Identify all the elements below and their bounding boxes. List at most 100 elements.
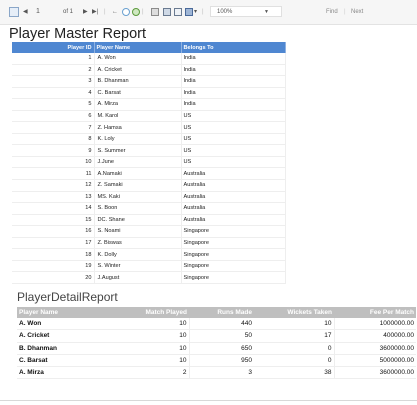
player-name-cell: A.Namaki: [94, 167, 182, 180]
player-name-cell: B. Dhanman: [94, 75, 182, 88]
column-header-belongs-to: Belongs To: [181, 42, 286, 53]
table-row: 9 S. Summer US: [12, 144, 286, 157]
belongs-to-cell: Singapore: [181, 260, 286, 273]
table-row: 1 A. Won India: [12, 53, 286, 65]
player-name-cell: J.June: [94, 156, 182, 169]
belongs-to-cell: Singapore: [181, 237, 286, 250]
wickets-taken-cell: 0: [254, 354, 335, 368]
column-header-player-id: Player ID: [12, 42, 95, 53]
player-name-cell: Z. Samaki: [94, 179, 182, 192]
fee-per-match-cell: 5000000.00: [334, 354, 416, 368]
find-separator: |: [344, 9, 346, 15]
table-row: 10 J.June US: [12, 156, 286, 169]
globe-icon[interactable]: [132, 8, 140, 16]
player-name-cell: A. Mirza: [17, 366, 105, 380]
player-name-cell: A. Won: [17, 318, 105, 331]
back-icon[interactable]: ←: [112, 8, 118, 16]
master-table: Player ID Player Name Belongs To 1 A. Won…: [12, 42, 286, 284]
player-name-cell: DC. Shane: [94, 214, 182, 227]
column-header-player-name: Player Name: [17, 307, 105, 318]
belongs-to-cell: India: [181, 75, 286, 88]
find-link[interactable]: Find: [326, 8, 338, 16]
export-dropdown-icon[interactable]: ▾: [194, 8, 197, 16]
master-header-row: Player ID Player Name Belongs To: [12, 42, 286, 53]
export-icon[interactable]: [185, 8, 193, 16]
match-played-cell: 10: [105, 342, 190, 355]
page-number-input[interactable]: 1: [36, 8, 40, 16]
player-name-cell: Z. Hamsa: [94, 121, 182, 134]
table-row: 5 A. Mirza India: [12, 98, 286, 111]
wickets-taken-cell: 0: [254, 342, 335, 355]
player-id-cell: 12: [12, 179, 95, 192]
refresh-icon[interactable]: [122, 8, 130, 16]
column-header-fee-per-match: Fee Per Match: [334, 307, 416, 318]
belongs-to-cell: Australia: [181, 167, 286, 180]
player-id-cell: 14: [12, 202, 95, 215]
belongs-to-cell: India: [181, 98, 286, 111]
page-setup-icon[interactable]: [174, 8, 182, 16]
player-name-cell: A. Cricket: [17, 329, 105, 343]
player-id-cell: 19: [12, 260, 95, 273]
page-bottom-border: [0, 400, 417, 401]
last-page-icon[interactable]: ▶|: [92, 8, 98, 16]
table-row: 20 J.August Singapore: [12, 271, 286, 284]
next-page-icon[interactable]: ▶: [83, 8, 88, 16]
column-header-match-played: Match Played: [105, 307, 189, 318]
player-id-cell: 3: [12, 75, 95, 88]
player-name-cell: Z. Biswas: [94, 237, 182, 250]
player-name-cell: A. Won: [94, 53, 182, 65]
table-row: 17 Z. Biswas Singapore: [12, 237, 286, 250]
player-name-cell: S. Summer: [94, 144, 182, 157]
belongs-to-cell: India: [181, 64, 286, 77]
table-row: A. Mirza 2 3 38 3600000.00: [17, 366, 416, 380]
runs-made-cell: 650: [189, 342, 254, 355]
player-id-cell: 9: [12, 144, 95, 157]
player-name-cell: J.August: [94, 271, 182, 284]
match-played-cell: 10: [105, 329, 190, 343]
column-header-player-name: Player Name: [94, 42, 182, 53]
player-name-cell: B. Dhanman: [17, 342, 105, 355]
wickets-taken-cell: 10: [254, 318, 335, 331]
zoom-select[interactable]: 100% ▼: [210, 6, 282, 17]
toolbar-divider: |: [202, 9, 204, 15]
table-row: 8 K. Loly US: [12, 133, 286, 146]
player-id-cell: 1: [12, 53, 95, 65]
player-name-cell: S. Noami: [94, 225, 182, 238]
table-row: 3 B. Dhanman India: [12, 75, 286, 88]
toolbar-divider: |: [104, 9, 106, 15]
chevron-down-icon[interactable]: ▼: [264, 9, 269, 15]
belongs-to-cell: India: [181, 53, 286, 65]
belongs-to-cell: India: [181, 87, 286, 100]
print-layout-icon[interactable]: [163, 8, 171, 16]
table-row: 19 S. Winter Singapore: [12, 260, 286, 273]
player-id-cell: 15: [12, 214, 95, 227]
belongs-to-cell: US: [181, 156, 286, 169]
player-id-cell: 8: [12, 133, 95, 146]
belongs-to-cell: Australia: [181, 202, 286, 215]
table-row: 4 C. Barsat India: [12, 87, 286, 100]
master-report-title: Player Master Report: [9, 26, 146, 42]
next-link[interactable]: Next: [351, 8, 363, 16]
player-id-cell: 18: [12, 248, 95, 261]
page-count: of 1: [63, 9, 74, 15]
player-name-cell: M. Karol: [94, 110, 182, 123]
first-page-button[interactable]: [9, 7, 19, 17]
table-row: B. Dhanman 10 650 0 3600000.00: [17, 342, 416, 355]
player-id-cell: 5: [12, 98, 95, 111]
table-row: 6 M. Karol US: [12, 110, 286, 123]
player-id-cell: 20: [12, 271, 95, 284]
toolbar-divider: |: [142, 9, 144, 15]
column-header-runs-made: Runs Made: [189, 307, 254, 318]
player-id-cell: 16: [12, 225, 95, 238]
table-row: 7 Z. Hamsa US: [12, 121, 286, 134]
runs-made-cell: 3: [189, 366, 254, 380]
match-played-cell: 10: [105, 318, 190, 331]
fee-per-match-cell: 3600000.00: [334, 342, 416, 355]
runs-made-cell: 440: [189, 318, 254, 331]
print-icon[interactable]: [151, 8, 159, 16]
table-row: C. Barsat 10 950 0 5000000.00: [17, 354, 416, 368]
table-row: 13 MS. Kaki Australia: [12, 191, 286, 204]
player-name-cell: C. Barsat: [94, 87, 182, 100]
previous-page-icon[interactable]: ◀: [23, 8, 28, 16]
player-name-cell: A. Mirza: [94, 98, 182, 111]
